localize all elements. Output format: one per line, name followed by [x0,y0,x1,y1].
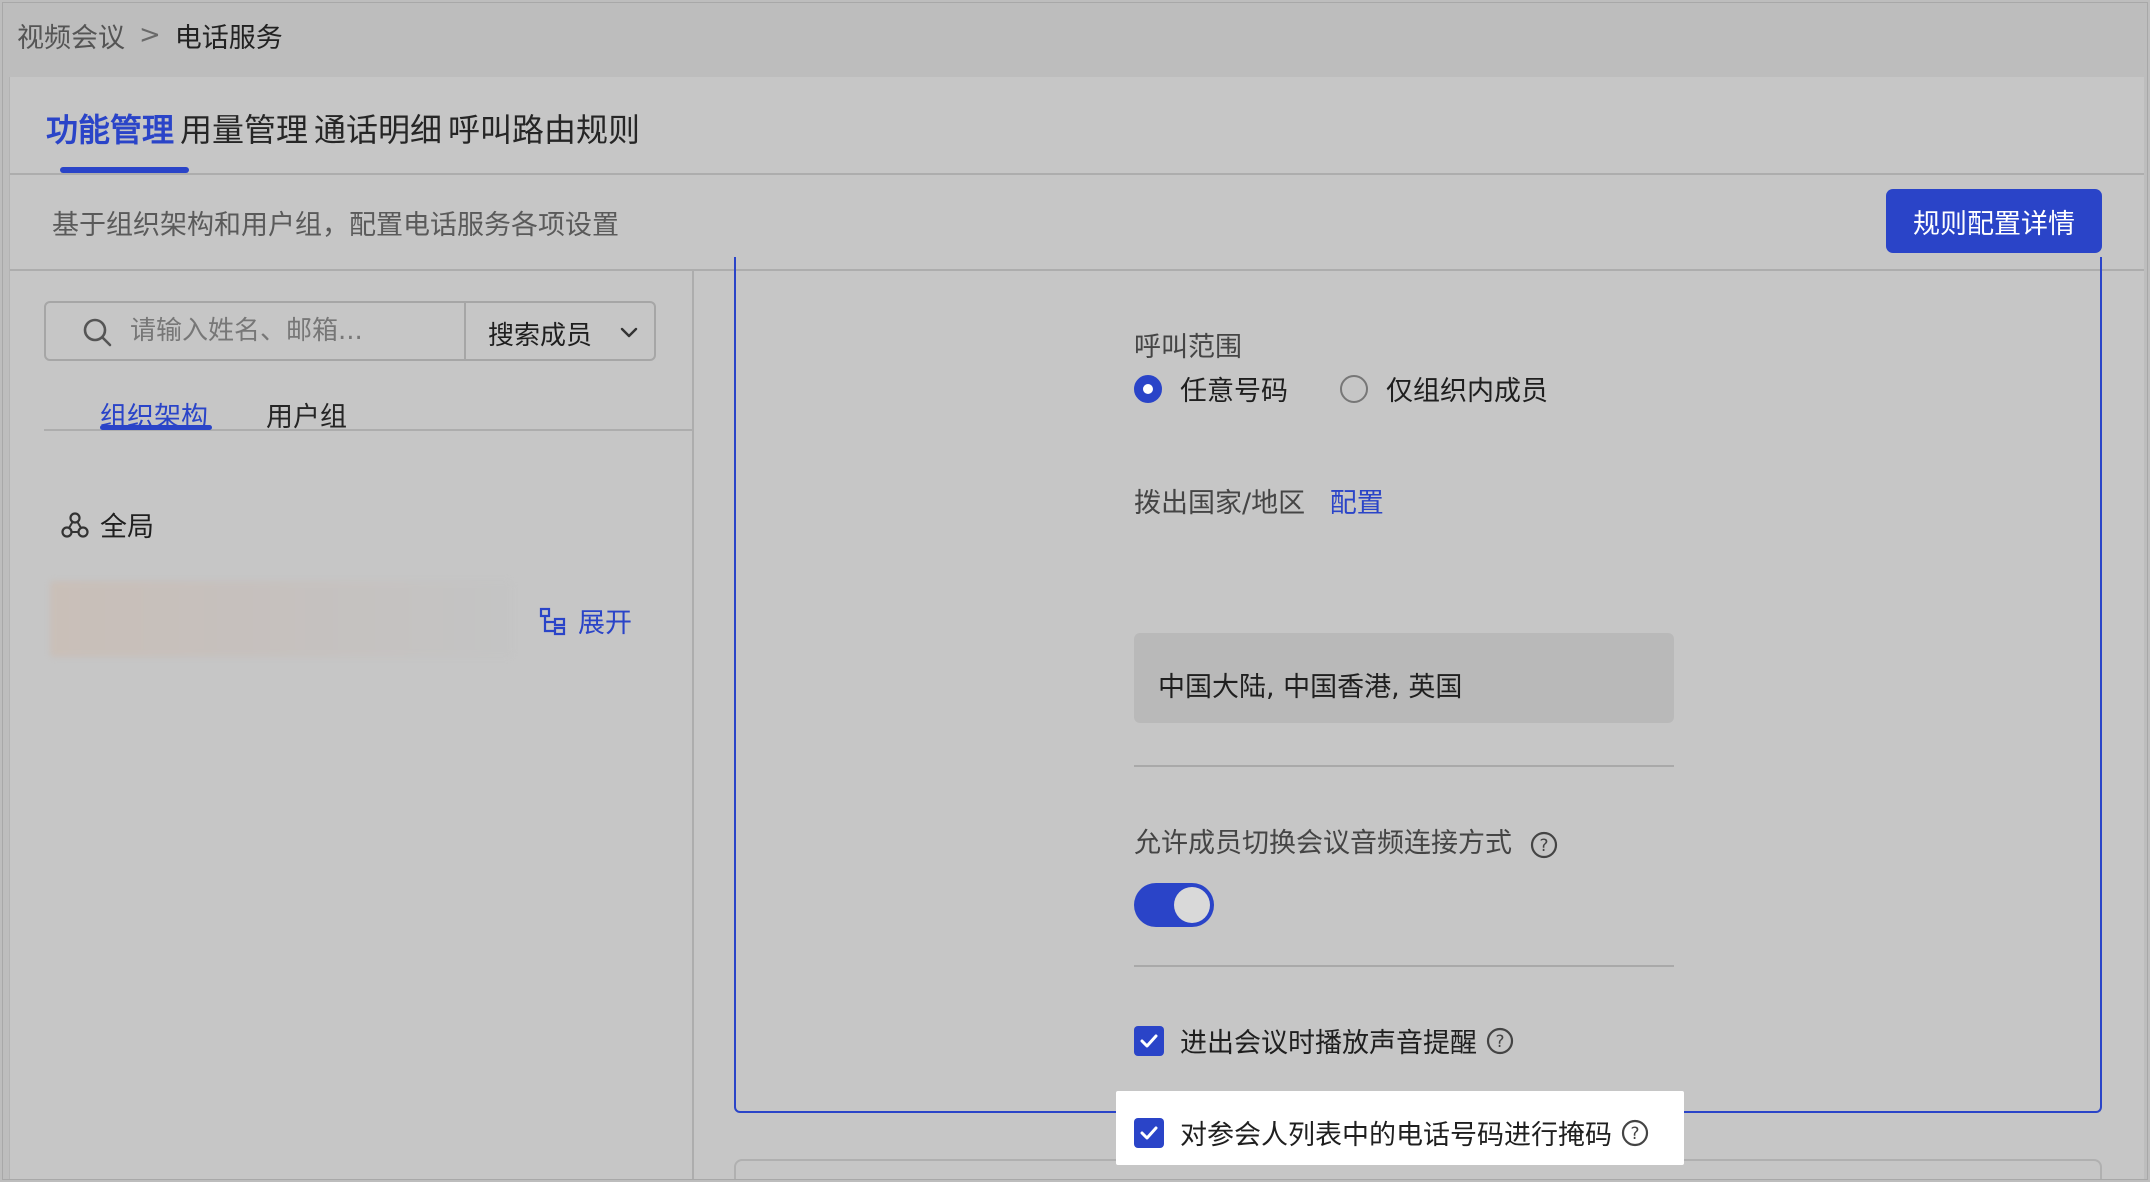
tab-feature-management[interactable]: 功能管理 [46,105,174,151]
tab-call-details[interactable]: 通话明细 [314,105,442,151]
join-leave-sound-label: 进出会议时播放声音提醒 [1180,1028,1477,1059]
dial-out-regions-value: 中国大陆, 中国香港, 英国 [1134,633,1674,723]
tree-node-global[interactable]: 全局 [60,505,154,544]
search-icon [83,318,112,347]
sidebar-subtabs: 组织架构 用户组 [44,367,692,434]
search-input[interactable] [130,311,450,351]
redacted-org-node[interactable] [50,581,512,657]
breadcrumb-root[interactable]: 视频会议 [17,16,125,55]
page-description: 基于组织架构和用户组，配置电话服务各项设置 [52,210,619,241]
subtab-user-groups[interactable]: 用户组 [266,395,347,434]
active-tab-indicator [60,167,189,173]
expand-tree-button[interactable]: 展开 [538,601,632,640]
search-scope-select[interactable]: 搜索成员 [466,303,654,359]
radio-unselected-icon [1340,374,1368,403]
help-icon[interactable]: ? [1485,1026,1515,1056]
mask-phone-numbers-row: 对参会人列表中的电话号码进行掩码 ? [1134,1113,1650,1152]
checkmark-icon [1140,1034,1158,1047]
svg-text:?: ? [1495,1032,1504,1052]
join-leave-sound-checkbox[interactable] [1134,1025,1164,1056]
audio-switch-row: 允许成员切换会议音频连接方式 ? [1134,821,1559,860]
radio-any-number-label: 任意号码 [1180,376,1288,407]
dial-out-regions-row: 拨出国家/地区 配置 [1134,481,1384,520]
search-scope-label: 搜索成员 [488,321,593,351]
radio-selected-icon [1134,374,1162,403]
app-window: 视频会议 > 电话服务 功能管理 用量管理 通话明细 呼叫路由规则 基于组织架构… [2,2,2148,1180]
help-icon[interactable]: ? [1529,830,1559,860]
radio-org-members-only[interactable]: 仅组织内成员 [1340,369,1548,408]
radio-any-number[interactable]: 任意号码 [1134,369,1288,408]
rule-details-button[interactable]: 规则配置详情 [1886,189,2102,253]
section-divider [1134,965,1674,967]
org-structure-icon [61,511,89,538]
audio-switch-toggle[interactable] [1134,883,1214,927]
checkmark-icon [1140,1126,1158,1139]
member-search-box: 搜索成员 [44,301,656,361]
chevron-down-icon [620,327,638,338]
mask-phone-numbers-label: 对参会人列表中的电话号码进行掩码 [1180,1120,1612,1151]
audio-switch-label: 允许成员切换会议音频连接方式 [1134,828,1512,859]
expand-label: 展开 [578,608,632,639]
mask-phone-numbers-checkbox[interactable] [1134,1117,1164,1148]
tab-call-routing-rules[interactable]: 呼叫路由规则 [448,105,640,151]
call-scope-label: 呼叫范围 [1134,332,1242,363]
configure-regions-link[interactable]: 配置 [1330,488,1384,519]
section-divider [1134,765,1674,767]
tab-usage-management[interactable]: 用量管理 [180,105,308,151]
tree-expand-icon [539,607,566,635]
main-panel: 功能管理 用量管理 通话明细 呼叫路由规则 基于组织架构和用户组，配置电话服务各… [9,77,2144,1179]
tab-bar: 功能管理 用量管理 通话明细 呼叫路由规则 [10,77,2144,175]
toggle-knob [1174,887,1210,923]
breadcrumb-current: 电话服务 [174,22,283,54]
breadcrumb-separator-icon: > [139,20,161,50]
org-sidebar: 搜索成员 组织架构 用户组 [10,271,694,1179]
breadcrumb: 视频会议 > 电话服务 [17,15,283,55]
active-subtab-indicator [100,425,212,430]
svg-text:?: ? [1539,836,1548,856]
help-icon[interactable]: ? [1620,1118,1650,1148]
radio-org-members-label: 仅组织内成员 [1386,376,1548,407]
tree-node-label: 全局 [100,512,154,543]
svg-text:?: ? [1630,1124,1639,1144]
join-leave-sound-row: 进出会议时播放声音提醒 ? [1134,1021,1515,1060]
dial-out-regions-label: 拨出国家/地区 [1134,488,1306,519]
